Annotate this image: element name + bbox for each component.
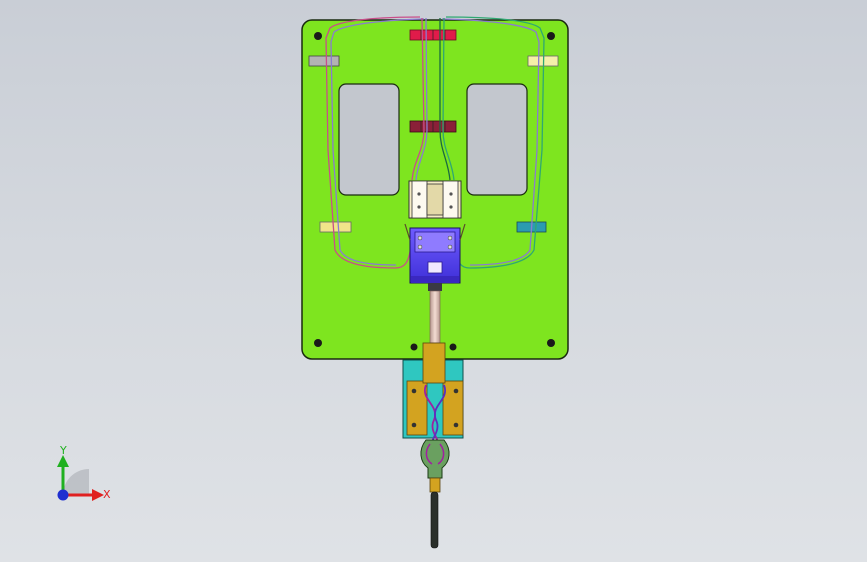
plate-window-right [466,83,528,196]
clip-top-left [308,55,340,67]
orientation-triad: Y X [57,444,111,501]
gripper-finger[interactable] [420,439,450,549]
plate-window-left [338,83,400,196]
slide-block[interactable] [404,223,466,284]
clip-mid-left [319,221,352,233]
x-axis-label: X [103,488,111,501]
origin-dot [57,489,69,501]
y-axis-label: Y [59,444,67,457]
cad-viewport[interactable]: Y X [0,0,867,562]
piston-rod [428,283,442,344]
carriage-assembly[interactable] [408,180,462,219]
